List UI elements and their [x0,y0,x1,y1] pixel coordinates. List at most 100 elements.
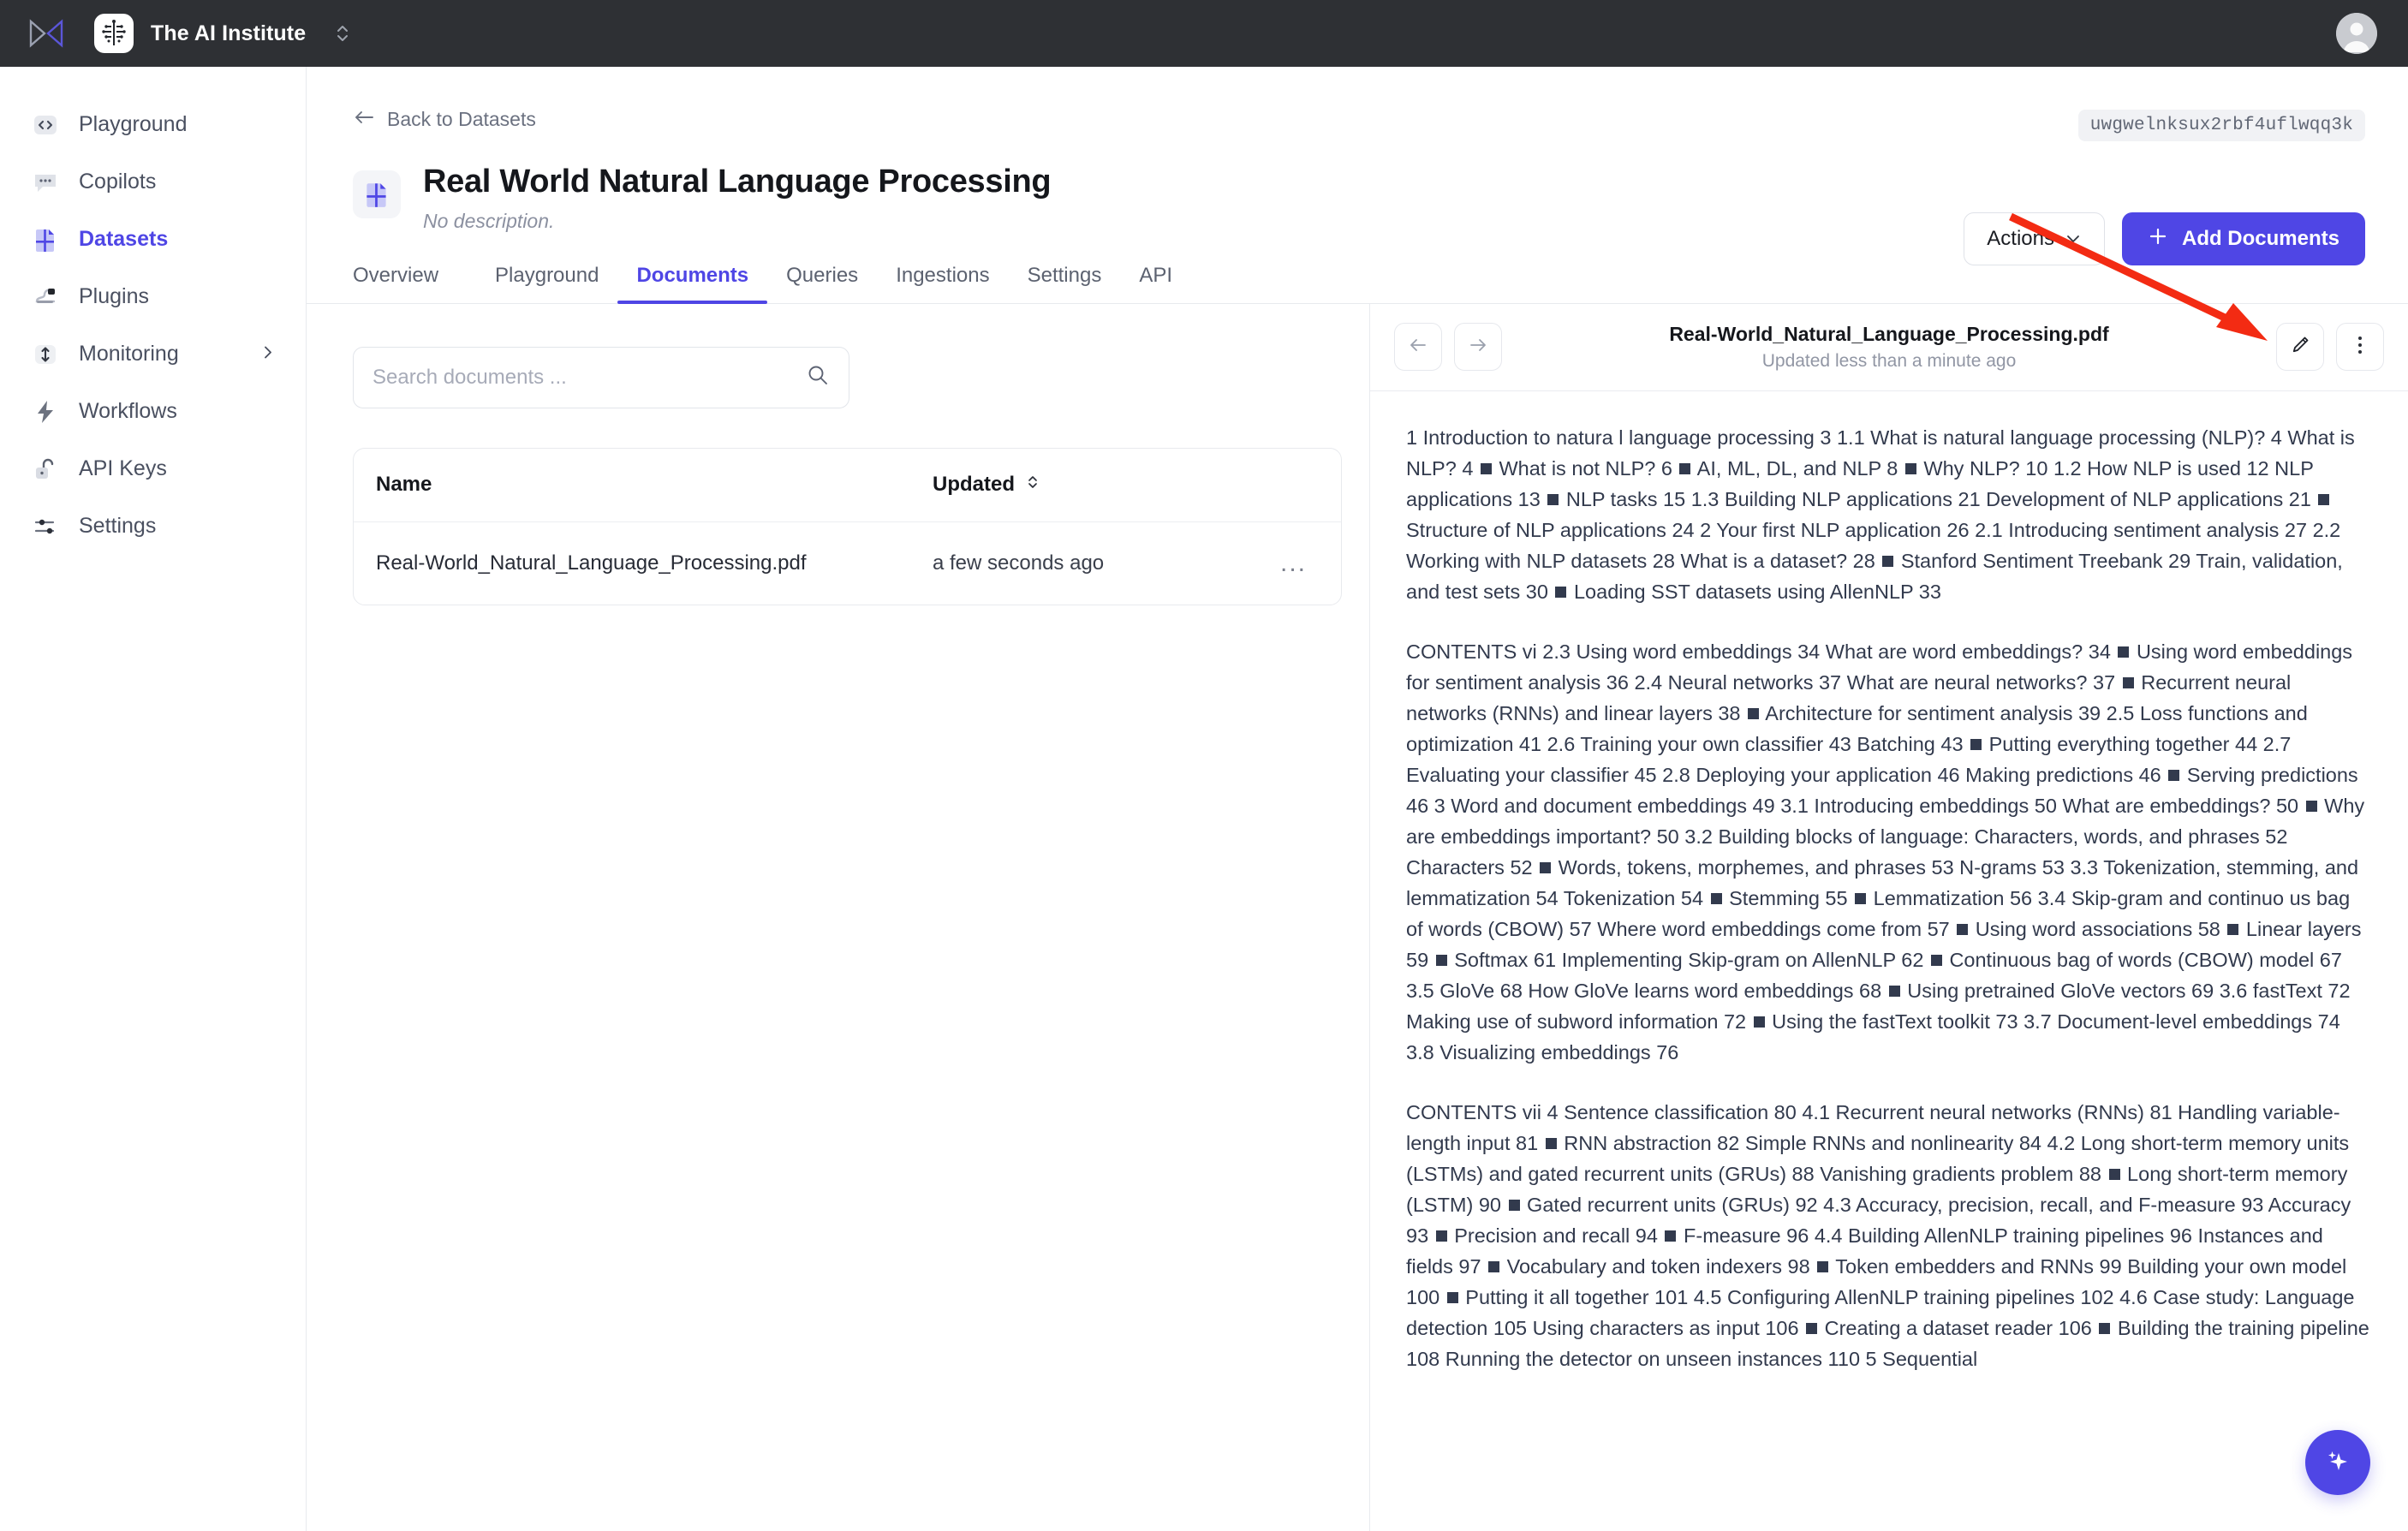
tab-label: Playground [495,263,599,287]
chat-bubble-icon [27,168,63,197]
dataset-icon [27,225,63,254]
sidebar-item-label: Copilots [79,170,157,194]
tab-documents[interactable]: Documents [617,263,767,304]
bullet-square-icon [1508,1199,1520,1211]
sidebar-item-workflows[interactable]: Workflows [0,383,306,440]
back-link-label: Back to Datasets [387,108,536,130]
sliders-icon [27,512,63,541]
bullet-square-icon [2168,769,2180,781]
tab-api[interactable]: API [1120,264,1191,303]
documents-table: Name Updated Real-World_Natural_Language… [353,447,1342,605]
sidebar-item-label: Workflows [79,399,177,423]
column-label: Name [376,473,432,497]
tab-label: Queries [786,263,859,287]
org-switcher[interactable]: The AI Institute [94,14,306,53]
sidebar-item-label: API Keys [79,456,167,480]
plug-icon [27,283,63,312]
updown-arrow-icon [27,340,63,369]
bullet-square-icon [1904,462,1916,474]
sidebar-item-label: Playground [79,112,188,136]
preview-subtitle: Updated less than a minute ago [1761,350,2017,371]
bullet-square-icon [2108,1168,2120,1180]
bullet-square-icon [1970,738,1982,750]
bullet-square-icon [1679,462,1691,474]
org-name: The AI Institute [151,21,307,45]
bullet-square-icon [1435,954,1447,966]
ellipsis-icon[interactable]: ... [1280,550,1319,575]
document-paragraph: 1 Introduction to natura l language proc… [1406,426,2355,603]
sidebar-item-datasets[interactable]: Datasets [0,211,306,268]
back-to-datasets-link[interactable]: Back to Datasets [353,108,536,131]
tab-label: Documents [636,263,749,287]
bullet-square-icon [2122,676,2134,688]
dataset-icon [353,170,401,218]
preview-title: Real-World_Natural_Language_Processing.p… [1669,322,2109,345]
dataset-id-badge[interactable]: uwgwelnksux2rbf4uflwqq3k [2077,110,2365,141]
actions-button[interactable]: Actions [1964,212,2105,265]
bullet-square-icon [2099,1322,2111,1334]
bullet-square-icon [1817,1260,1829,1272]
preview-body[interactable]: 1 Introduction to natura l language proc… [1370,391,2408,1531]
sidebar-item-plugins[interactable]: Plugins [0,268,306,325]
previous-document-button[interactable] [1394,323,1442,372]
body: Playground Copilots Datasets Plugins Mon… [0,67,2408,1531]
bullet-square-icon [1855,892,1867,904]
bullet-square-icon [1480,462,1492,474]
bullet-square-icon [1435,1230,1447,1242]
tab-overview[interactable]: Overview [353,264,457,303]
lock-icon [27,455,63,484]
sidebar-item-monitoring[interactable]: Monitoring [0,325,306,383]
tab-settings[interactable]: Settings [1009,264,1121,303]
bullet-square-icon [1446,1291,1458,1303]
sidebar-item-label: Plugins [79,284,149,308]
bowtie-logo-icon[interactable] [21,8,72,59]
document-more-menu-button[interactable] [2336,323,2384,372]
column-header-updated[interactable]: Updated [933,473,1319,497]
preview-header: Real-World_Natural_Language_Processing.p… [1370,304,2408,391]
top-bar: The AI Institute [0,0,2408,67]
documents-list-pane: Name Updated [307,303,1370,1531]
bullet-square-icon [1540,861,1552,873]
edit-document-button[interactable] [2276,323,2324,372]
tab-ingestions[interactable]: Ingestions [877,264,1008,303]
pencil-icon [2289,334,2311,360]
search-icon[interactable] [806,363,830,391]
bullet-square-icon [1547,493,1559,505]
search-input[interactable] [373,365,806,390]
tab-playground[interactable]: Playground [476,264,617,303]
sidebar-item-api-keys[interactable]: API Keys [0,440,306,497]
tab-label: Ingestions [896,263,990,287]
tab-label: Settings [1027,263,1102,287]
chevron-down-icon [2065,227,2082,251]
preview-tools [2276,323,2384,372]
add-documents-button[interactable]: Add Documents [2121,212,2365,265]
cell-updated: a few seconds ago [933,551,1105,575]
search-documents-box[interactable] [353,346,849,408]
next-document-button[interactable] [1454,323,1502,372]
bullet-square-icon [2305,800,2317,812]
brain-circuit-icon [94,14,134,53]
avatar[interactable] [2336,13,2377,54]
column-header-name[interactable]: Name [376,473,933,497]
sidebar-item-copilots[interactable]: Copilots [0,153,306,211]
sidebar-item-label: Monitoring [79,342,179,366]
ai-assistant-fab[interactable] [2305,1430,2370,1495]
dataset-header: Back to Datasets uwgwelnksux2rbf4uflwqq3… [307,67,2408,265]
arrow-left-icon [353,108,375,131]
chevron-up-down-icon[interactable] [331,19,354,48]
document-preview-pane: Real-World_Natural_Language_Processing.p… [1370,303,2408,1531]
sort-updown-icon[interactable] [1025,473,1040,497]
tab-queries[interactable]: Queries [767,264,877,303]
sidebar-item-playground[interactable]: Playground [0,96,306,153]
tab-label: API [1139,263,1172,287]
chevron-right-icon[interactable] [259,342,277,366]
bullet-square-icon [1555,586,1567,598]
sidebar-item-label: Settings [79,514,157,538]
sidebar-item-settings[interactable]: Settings [0,497,306,555]
table-row[interactable]: Real-World_Natural_Language_Processing.p… [354,522,1341,605]
main-content: Back to Datasets uwgwelnksux2rbf4uflwqq3… [307,67,2408,1531]
sparkles-icon [2322,1445,2354,1481]
bullet-square-icon [1888,985,1900,997]
table-header-row: Name Updated [354,449,1341,522]
bullet-square-icon [1882,555,1894,567]
